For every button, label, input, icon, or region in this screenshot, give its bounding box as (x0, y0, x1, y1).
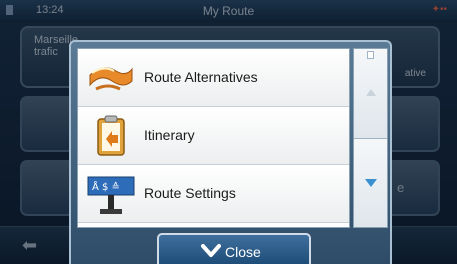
route-settings-icon: Å $ ≙ (87, 176, 135, 214)
route-menu-dialog: Route Alternatives Itinerary Å $ ≙ Route… (69, 40, 392, 264)
scrollbar[interactable] (353, 48, 388, 228)
menu-item-route-settings[interactable]: Å $ ≙ Route Settings (78, 165, 349, 223)
menu-item-label: Itinerary (144, 127, 195, 143)
menu-list: Route Alternatives Itinerary Å $ ≙ Route… (77, 48, 350, 228)
itinerary-clipboard-icon (97, 115, 125, 156)
scroll-thumb[interactable] (367, 51, 374, 59)
close-button[interactable]: Close (157, 233, 311, 264)
menu-item-route-alternatives[interactable]: Route Alternatives (78, 49, 349, 107)
checkmark-icon (201, 244, 221, 257)
chevron-up-icon (366, 89, 376, 96)
close-button-label: Close (225, 244, 261, 260)
menu-item-label: Route Settings (144, 185, 236, 201)
menu-item-itinerary[interactable]: Itinerary (78, 107, 349, 165)
scroll-up-button[interactable] (354, 49, 387, 139)
svg-text:Å $ ≙: Å $ ≙ (92, 180, 120, 193)
menu-item-label: Route Alternatives (144, 69, 258, 85)
scroll-down-button[interactable] (354, 139, 387, 227)
route-alternatives-icon (89, 67, 133, 91)
chevron-down-icon (365, 179, 377, 187)
